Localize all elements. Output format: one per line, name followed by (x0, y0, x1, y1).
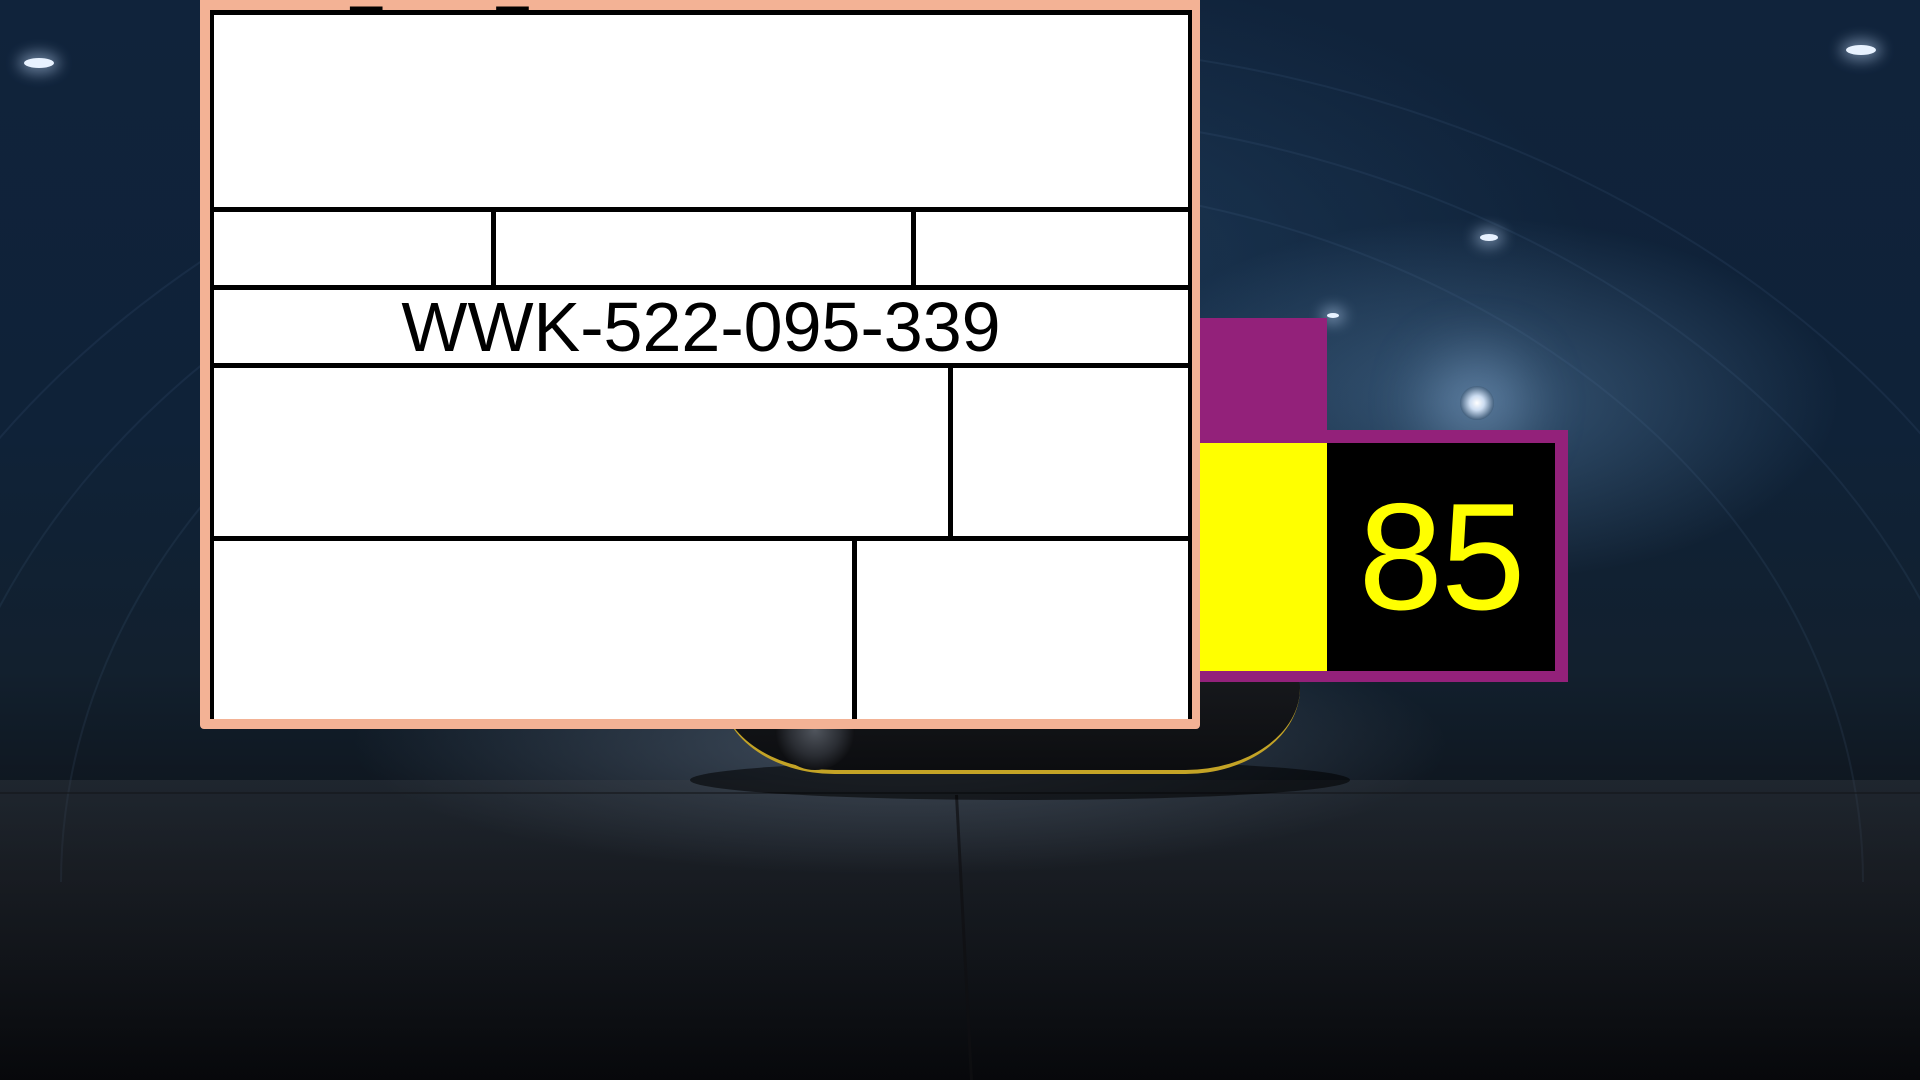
label-cell-large-right (953, 368, 1188, 536)
label-cell-large-left (214, 368, 948, 536)
ceiling-light-icon (1480, 234, 1498, 241)
score-badge-panel: 85 (1327, 443, 1555, 671)
label-cell-bottom-right (857, 541, 1188, 719)
vda-label-title: white_VDA_label (220, 0, 646, 8)
label-cell-header (214, 15, 1188, 207)
score-value: 85 (1358, 472, 1525, 642)
serial-number: WWK-522-095-339 (401, 287, 1001, 366)
label-cell-small-3 (916, 212, 1188, 285)
vda-label-sheet: WWK-522-095-339 (210, 10, 1192, 719)
ceiling-light-icon (1327, 313, 1339, 318)
vda-label-window[interactable]: white_VDA_label WWK-522-095-339 (200, 0, 1200, 729)
ceiling-light-icon (1846, 45, 1876, 55)
spot-light-icon (1460, 386, 1494, 420)
ceiling-light-icon (24, 58, 54, 68)
score-badge-swatch (1200, 443, 1327, 671)
score-badge-tab (1200, 318, 1327, 430)
label-cell-small-1 (214, 212, 491, 285)
floor (0, 780, 1920, 1080)
label-cell-small-2 (496, 212, 911, 285)
label-cell-bottom-left (214, 541, 852, 719)
